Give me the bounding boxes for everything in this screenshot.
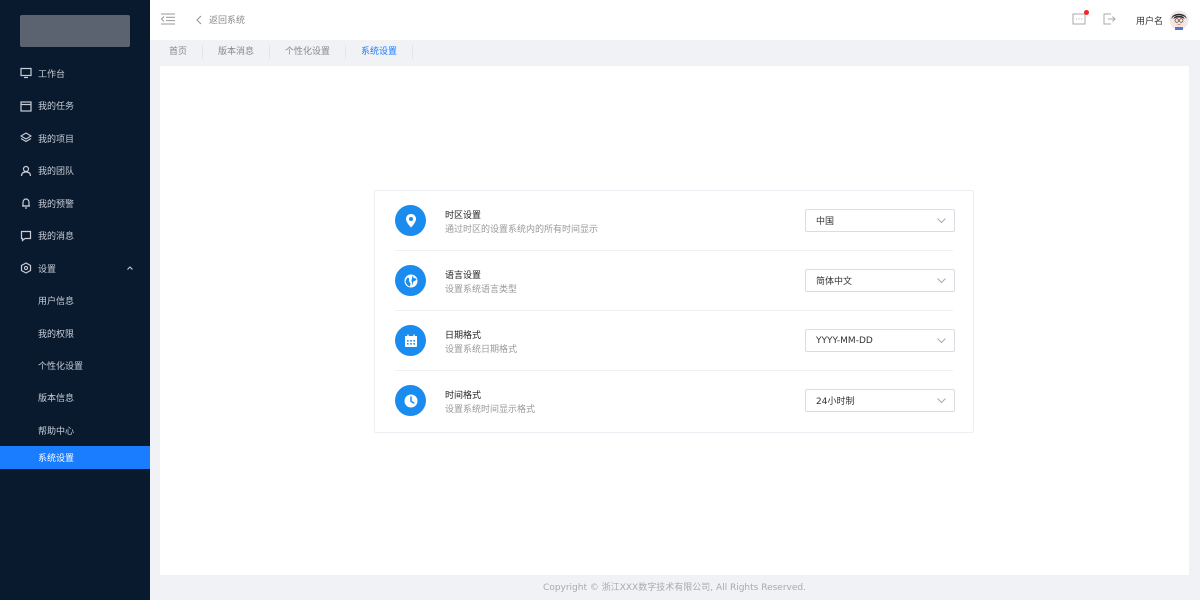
user-icon — [20, 165, 32, 177]
tab-home[interactable]: 首页 — [160, 45, 204, 59]
layers-icon — [20, 132, 32, 144]
tab-version-messages[interactable]: 版本消息 — [203, 45, 271, 59]
settings-card: 时区设置 通过时区的设置系统内的所有时间显示 中国 语言设置 设置系统语言类型 … — [374, 190, 974, 433]
calendar-icon — [395, 325, 426, 356]
setting-title: 时区设置 — [445, 211, 482, 221]
chevron-up-icon — [127, 266, 133, 270]
tab-system-settings[interactable]: 系统设置 — [346, 45, 414, 59]
message-icon — [20, 230, 32, 242]
monitor-icon — [20, 67, 32, 79]
time-format-select[interactable]: 24小时制 — [805, 389, 955, 412]
sidebar-subitem-help-center[interactable]: 帮助中心 — [0, 414, 150, 446]
main-content: 时区设置 通过时区的设置系统内的所有时间显示 中国 语言设置 设置系统语言类型 … — [160, 66, 1189, 575]
top-header: 返回系统 用户名 — [150, 0, 1200, 40]
setting-description: 设置系统语言类型 — [445, 285, 518, 295]
setting-row-time-format: 时间格式 设置系统时间显示格式 24小时制 — [375, 371, 973, 431]
setting-row-language: 语言设置 设置系统语言类型 简体中文 — [375, 251, 973, 311]
calendar-icon — [20, 100, 32, 112]
location-pin-icon — [395, 205, 426, 236]
logout-icon[interactable] — [1102, 12, 1116, 26]
setting-row-timezone: 时区设置 通过时区的设置系统内的所有时间显示 中国 — [375, 191, 973, 251]
footer-copyright: Copyright © 浙江XXX数字技术有限公司, All Rights Re… — [543, 583, 806, 593]
sidebar-item-label: 设置 — [38, 264, 57, 275]
setting-description: 通过时区的设置系统内的所有时间显示 — [445, 225, 599, 235]
sidebar-subitem-version-info[interactable]: 版本信息 — [0, 382, 150, 414]
tab-personalization[interactable]: 个性化设置 — [270, 45, 347, 59]
chevron-left-icon — [196, 15, 202, 24]
chevron-down-icon — [937, 278, 946, 284]
sidebar-item-projects[interactable]: 我的项目 — [0, 122, 150, 155]
bell-icon — [20, 197, 32, 209]
sidebar-menu: 工作台 我的任务 我的项目 我的团队 我的预警 我的消息 设置 用户信息 我的权… — [0, 57, 150, 470]
sidebar-subitem-user-info[interactable]: 用户信息 — [0, 285, 150, 317]
select-value: 24小时制 — [816, 397, 855, 407]
username[interactable]: 用户名 — [1136, 14, 1163, 27]
sidebar-item-team[interactable]: 我的团队 — [0, 155, 150, 188]
sidebar-item-workbench[interactable]: 工作台 — [0, 57, 150, 90]
sidebar: 工作台 我的任务 我的项目 我的团队 我的预警 我的消息 设置 用户信息 我的权… — [0, 0, 150, 600]
sidebar-subitem-permissions[interactable]: 我的权限 — [0, 317, 150, 349]
sidebar-item-label: 我的预警 — [38, 199, 75, 210]
setting-description: 设置系统日期格式 — [445, 345, 518, 355]
sidebar-item-tasks[interactable]: 我的任务 — [0, 90, 150, 123]
notification-dot — [1084, 10, 1089, 15]
chevron-down-icon — [937, 338, 946, 344]
page-tabs: 首页 版本消息 个性化设置 系统设置 — [160, 43, 414, 61]
sidebar-subitem-system-settings[interactable]: 系统设置 — [0, 446, 150, 470]
sidebar-item-label: 我的任务 — [38, 102, 75, 113]
select-value: 中国 — [816, 217, 835, 227]
sidebar-item-messages[interactable]: 我的消息 — [0, 220, 150, 253]
logo[interactable] — [20, 15, 130, 47]
sidebar-item-label: 我的消息 — [38, 232, 75, 243]
back-to-system-link[interactable]: 返回系统 — [195, 13, 245, 26]
chevron-down-icon — [937, 218, 946, 224]
setting-description: 设置系统时间显示格式 — [445, 405, 536, 415]
chevron-down-icon — [937, 398, 946, 404]
setting-row-date-format: 日期格式 设置系统日期格式 YYYY-MM-DD — [375, 311, 973, 371]
sidebar-item-label: 我的团队 — [38, 167, 75, 178]
sidebar-item-label: 我的项目 — [38, 134, 75, 145]
clock-icon — [395, 385, 426, 416]
language-select[interactable]: 简体中文 — [805, 269, 955, 292]
back-label: 返回系统 — [209, 16, 246, 26]
select-value: YYYY-MM-DD — [816, 335, 873, 346]
setting-title: 日期格式 — [445, 331, 482, 341]
sidebar-item-label: 工作台 — [38, 69, 66, 80]
setting-title: 语言设置 — [445, 271, 482, 281]
setting-title: 时间格式 — [445, 391, 482, 401]
sidebar-item-alerts[interactable]: 我的预警 — [0, 187, 150, 220]
settings-submenu: 用户信息 我的权限 个性化设置 版本信息 帮助中心 系统设置 — [0, 285, 150, 470]
select-value: 简体中文 — [816, 277, 853, 287]
sidebar-subitem-personalization[interactable]: 个性化设置 — [0, 349, 150, 381]
menu-fold-icon[interactable] — [161, 13, 175, 25]
date-format-select[interactable]: YYYY-MM-DD — [805, 329, 955, 352]
globe-icon — [395, 265, 426, 296]
avatar[interactable] — [1169, 9, 1189, 31]
sidebar-item-settings[interactable]: 设置 — [0, 252, 150, 285]
timezone-select[interactable]: 中国 — [805, 209, 955, 232]
settings-hex-icon — [20, 262, 32, 274]
